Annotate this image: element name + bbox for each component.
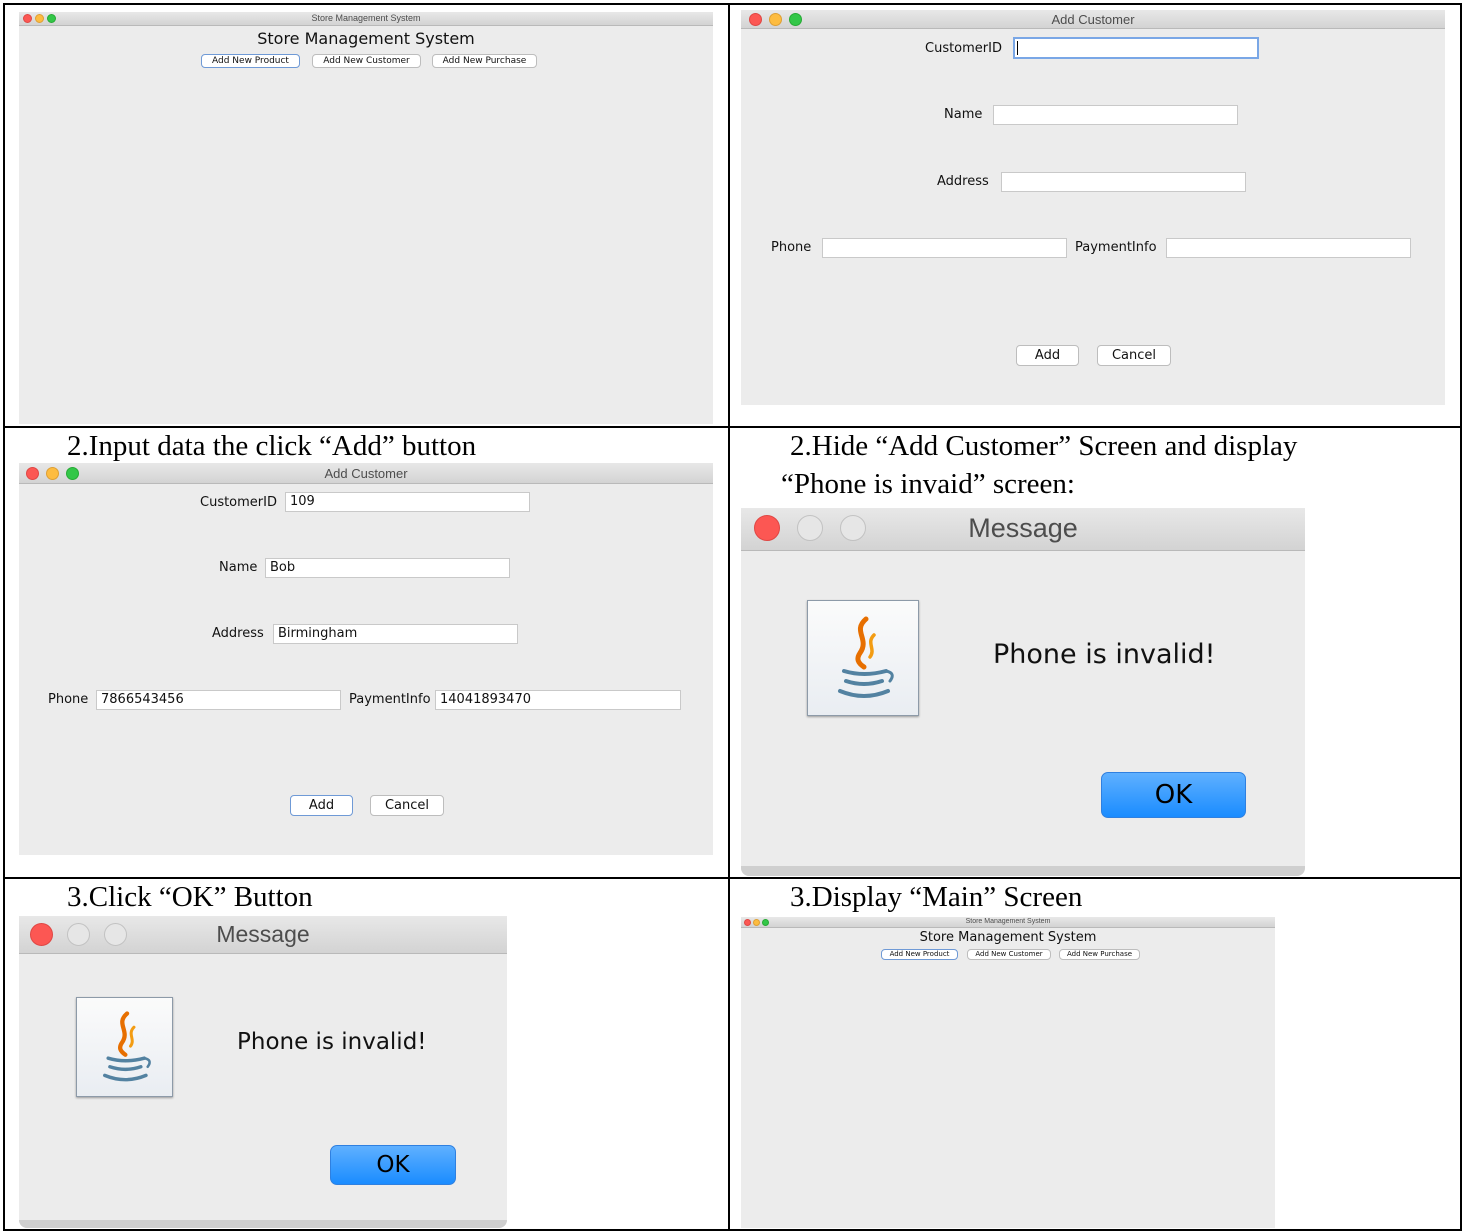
table-row-divider-1 xyxy=(3,426,1462,428)
dialog-bottom-edge xyxy=(19,1220,507,1228)
main-window-titlebar: Store Management System xyxy=(19,12,713,26)
add-button[interactable]: Add xyxy=(290,795,353,816)
phone-label: Phone xyxy=(48,692,89,707)
payment-info-label: PaymentInfo xyxy=(349,692,431,707)
table-column-divider xyxy=(728,3,730,1231)
window-title: Store Management System xyxy=(311,13,421,23)
address-label: Address xyxy=(212,626,264,641)
add-new-product-button[interactable]: Add New Product xyxy=(201,54,300,68)
phone-field[interactable] xyxy=(822,238,1067,258)
caption-hide-add-customer-line1: 2.Hide “Add Customer” Screen and display xyxy=(790,430,1298,462)
message-dialog-click-ok: Message Phone is invalid! OK xyxy=(19,916,507,1228)
name-label: Name xyxy=(944,107,983,122)
ok-button[interactable]: OK xyxy=(330,1145,456,1185)
window-title: Add Customer xyxy=(324,466,408,481)
message-text: Phone is invalid! xyxy=(993,639,1216,670)
payment-info-field[interactable] xyxy=(1166,238,1411,258)
cancel-button[interactable]: Cancel xyxy=(370,795,444,816)
phone-label: Phone xyxy=(771,240,812,255)
main-window: Store Management System Store Management… xyxy=(19,12,713,424)
main-window-redisplayed: Store Management System Store Management… xyxy=(741,917,1275,1228)
phone-field[interactable]: 7866543456 xyxy=(96,690,341,710)
add-new-purchase-button[interactable]: Add New Purchase xyxy=(1059,949,1140,960)
add-customer-titlebar: Add Customer xyxy=(19,463,713,484)
add-customer-window-empty: Add Customer CustomerID Name Address Pho… xyxy=(741,10,1445,405)
add-button[interactable]: Add xyxy=(1016,345,1079,366)
address-field[interactable] xyxy=(1001,172,1246,192)
document-table: Store Management System Store Management… xyxy=(0,0,1465,1232)
add-customer-window-filled: Add Customer CustomerID 109 Name Bob Add… xyxy=(19,463,713,855)
name-field[interactable] xyxy=(993,105,1238,125)
dialog-bottom-edge xyxy=(741,866,1305,876)
caption-display-main: 3.Display “Main” Screen xyxy=(790,881,1083,913)
add-new-customer-button[interactable]: Add New Customer xyxy=(312,54,421,68)
table-row-divider-2 xyxy=(3,877,1462,879)
name-field[interactable]: Bob xyxy=(265,558,510,578)
add-new-purchase-button[interactable]: Add New Purchase xyxy=(432,54,537,68)
table-border-top xyxy=(3,3,1462,5)
message-dialog-titlebar: Message xyxy=(741,508,1305,551)
cancel-button[interactable]: Cancel xyxy=(1097,345,1171,366)
customer-id-label: CustomerID xyxy=(200,495,277,510)
add-customer-titlebar: Add Customer xyxy=(741,10,1445,29)
message-text: Phone is invalid! xyxy=(237,1029,427,1055)
address-field[interactable]: Birmingham xyxy=(273,624,518,644)
caption-hide-add-customer-line2: “Phone is invaid” screen: xyxy=(781,468,1075,500)
text-caret xyxy=(1017,41,1018,55)
customer-id-field[interactable]: 109 xyxy=(285,492,530,512)
java-icon xyxy=(76,997,173,1097)
main-window-titlebar: Store Management System xyxy=(741,917,1275,928)
caption-click-ok: 3.Click “OK” Button xyxy=(67,881,313,913)
table-border-bottom xyxy=(3,1229,1462,1231)
ok-button[interactable]: OK xyxy=(1101,772,1246,818)
dialog-title: Message xyxy=(968,513,1078,543)
window-title: Store Management System xyxy=(965,918,1051,925)
java-icon xyxy=(807,600,919,716)
page-title: Store Management System xyxy=(257,29,475,48)
caption-input-data: 2.Input data the click “Add” button xyxy=(67,430,477,462)
add-new-product-button[interactable]: Add New Product xyxy=(881,949,958,960)
payment-info-label: PaymentInfo xyxy=(1075,240,1157,255)
message-dialog: Message Phone is invalid! OK xyxy=(741,508,1305,876)
customer-id-field[interactable] xyxy=(1013,37,1259,59)
payment-info-field[interactable]: 14041893470 xyxy=(435,690,681,710)
add-new-customer-button[interactable]: Add New Customer xyxy=(967,949,1051,960)
window-title: Add Customer xyxy=(1051,12,1135,27)
message-dialog-titlebar: Message xyxy=(19,916,507,954)
dialog-title: Message xyxy=(216,921,310,947)
address-label: Address xyxy=(937,174,989,189)
page-title: Store Management System xyxy=(919,930,1097,945)
table-border-left xyxy=(3,3,5,1231)
table-border-right xyxy=(1460,3,1462,1231)
customer-id-label: CustomerID xyxy=(925,41,1002,56)
name-label: Name xyxy=(219,560,258,575)
